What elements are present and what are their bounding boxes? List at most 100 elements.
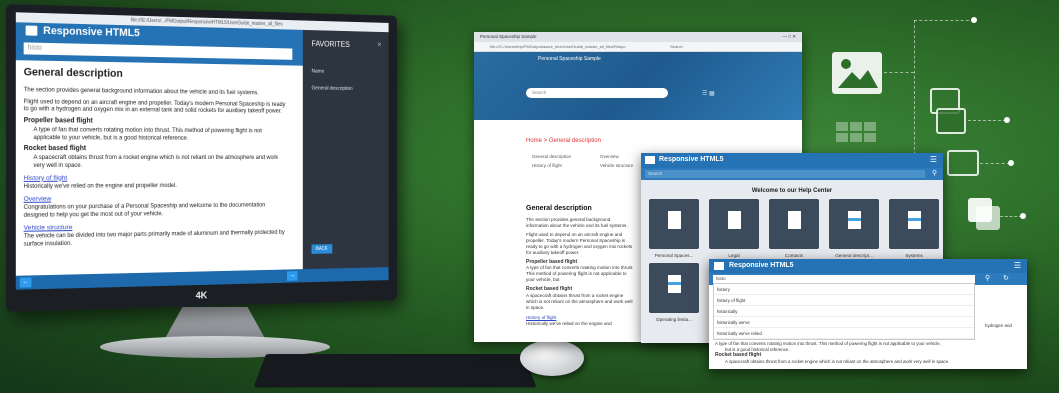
paragraph: A type of fan that converts rotating mot… <box>24 126 287 142</box>
tile-label: Contacts <box>765 253 823 258</box>
connector-dot <box>1004 117 1010 123</box>
suggestion-item[interactable]: history of flight <box>714 295 974 306</box>
image-icon <box>832 52 882 94</box>
app-title: Responsive HTML5 <box>659 156 724 163</box>
connector-line <box>980 163 1010 164</box>
topic-content: General description The section provides… <box>16 60 294 290</box>
address-text: file:///C:/Users/tmp/FMOutput/azure_blue… <box>490 44 626 49</box>
search-icon[interactable]: ⚲ <box>985 274 990 282</box>
browser-search-field[interactable]: Search <box>670 42 683 52</box>
search-input[interactable]: histo <box>24 42 293 59</box>
arrow-left-icon[interactable]: ← <box>20 277 32 287</box>
toc-item[interactable]: Overview <box>600 152 633 161</box>
link-summary: The vehicle can be divided into two majo… <box>24 229 287 248</box>
window-controls[interactable]: — □ ✕ <box>783 32 797 42</box>
document-icon <box>668 211 681 229</box>
app-logo-icon <box>26 26 38 36</box>
menu-icon[interactable]: ☰ <box>930 155 937 164</box>
connector-dot <box>1020 213 1026 219</box>
back-button[interactable]: BACK <box>312 244 332 254</box>
refresh-icon[interactable]: ↻ <box>1003 274 1009 282</box>
favorite-item[interactable]: General description <box>303 80 389 98</box>
monitor-brand-label: 4K <box>196 291 208 302</box>
paragraph: A type of fan that converts rotating mot… <box>526 265 634 283</box>
tile-label: Operating limita... <box>645 317 703 322</box>
topic-content: A type of fan that converts rotating mot… <box>715 341 1021 365</box>
breadcrumb-current: General description <box>549 138 601 144</box>
suggestion-item[interactable]: historically we've <box>714 317 974 328</box>
topic-tile[interactable] <box>829 199 879 249</box>
topic-content: General description The section provides… <box>526 204 634 330</box>
favorites-panel: FAVORITES ✕ Name General description BAC… <box>303 30 389 282</box>
connector-dot <box>1008 160 1014 166</box>
page-title: General description <box>24 66 287 84</box>
subheading: Rocket based flight <box>24 145 287 154</box>
paragraph: A spacecraft obtains thrust from a rocke… <box>24 154 287 169</box>
app-header: Responsive HTML5 ☰ <box>709 259 1027 273</box>
mountain-icon <box>832 52 882 94</box>
arrow-right-icon[interactable]: → <box>287 271 298 281</box>
search-input[interactable]: histo <box>713 275 975 283</box>
document-icon <box>728 211 741 229</box>
app-logo-icon <box>714 262 724 270</box>
site-brand: Personal Spaceship Sample <box>538 56 601 62</box>
toc-list: General description History of flight <box>532 152 571 170</box>
connector-line <box>914 20 974 21</box>
intro-text: The section provides general background … <box>24 86 287 97</box>
breadcrumb-separator: > <box>544 138 548 144</box>
suggestion-item[interactable]: historically we've relied <box>714 328 974 339</box>
topic-tile[interactable] <box>769 199 819 249</box>
search-input[interactable]: Search <box>526 88 668 98</box>
suggestion-list: history history of flight historically h… <box>713 283 975 340</box>
connector-dot <box>971 17 977 23</box>
grid-icon <box>836 122 876 152</box>
page-title: General description <box>526 204 634 213</box>
browser-tab[interactable]: Personal Spaceship Sample <box>480 34 537 39</box>
connector-line <box>968 120 1006 121</box>
toc-item[interactable]: General description <box>532 152 571 161</box>
search-suggestions-panel: Responsive HTML5 ☰ histo ⚲ ↻ history his… <box>709 259 1027 369</box>
app-logo-icon <box>645 156 655 164</box>
browser-tab-bar: Personal Spaceship Sample — □ ✕ <box>474 32 802 42</box>
tile-label: Legal <box>705 253 763 258</box>
tile-label: Personal Spaces... <box>645 253 703 258</box>
link-summary: Historically we've relied on the engine … <box>526 321 634 327</box>
menu-icon[interactable]: ☰ <box>1014 261 1021 270</box>
topic-tile[interactable] <box>889 199 939 249</box>
paragraph: A spacecraft obtains thrust from a rocke… <box>715 359 1021 365</box>
toc-item[interactable]: Vehicle structure <box>600 161 633 170</box>
toc-item[interactable]: History of flight <box>532 161 571 170</box>
paragraph: A spacecraft obtains thrust from a rocke… <box>526 293 634 311</box>
link-summary: Congratulations on your purchase of a Pe… <box>24 202 287 220</box>
suggestion-item[interactable]: historically <box>714 306 974 317</box>
paragraph: Flight used to depend on an aircraft eng… <box>526 232 634 256</box>
topic-tile[interactable] <box>649 199 699 249</box>
document-icon <box>788 211 801 229</box>
tile-label: Systems <box>885 253 943 258</box>
suggestion-item[interactable]: history <box>714 284 974 295</box>
briefcase-icon <box>936 108 966 134</box>
paragraph: Flight used to depend on an aircraft eng… <box>24 98 287 116</box>
subheading: Rocket based flight <box>715 352 761 358</box>
search-icon[interactable]: ⚲ <box>273 49 282 59</box>
favorites-column-header: Name <box>303 63 389 81</box>
breadcrumb-home[interactable]: Home <box>526 138 542 144</box>
app-header: Responsive HTML5 ☰ <box>641 153 943 168</box>
search-icon[interactable]: ⚲ <box>932 169 937 177</box>
close-icon[interactable]: ✕ <box>377 41 382 49</box>
search-input[interactable]: Search <box>645 170 925 178</box>
topic-tile[interactable] <box>709 199 759 249</box>
topic-tile[interactable] <box>649 263 699 313</box>
hero-banner: Personal Spaceship Sample Search ☰ ▦ <box>474 52 802 120</box>
link-summary: Historically we've relied on the engine … <box>24 182 287 191</box>
connector-line <box>884 72 914 73</box>
app-title: Responsive HTML5 <box>729 262 794 269</box>
toolbar-icons[interactable]: ☰ ▦ <box>702 90 715 97</box>
connector-line <box>1000 216 1022 217</box>
text-fragment: hydrogen and <box>985 323 1012 328</box>
browser-address-bar[interactable]: file:///C:/Users/tmp/FMOutput/azure_blue… <box>474 42 802 52</box>
paragraph: The section provides general background … <box>526 217 634 229</box>
desktop-monitor: file:///E:/Users/.../FMOutput/Responsive… <box>6 4 397 312</box>
search-bar: Search ⚲ <box>641 168 943 180</box>
tile-label: General descript... <box>825 253 883 258</box>
